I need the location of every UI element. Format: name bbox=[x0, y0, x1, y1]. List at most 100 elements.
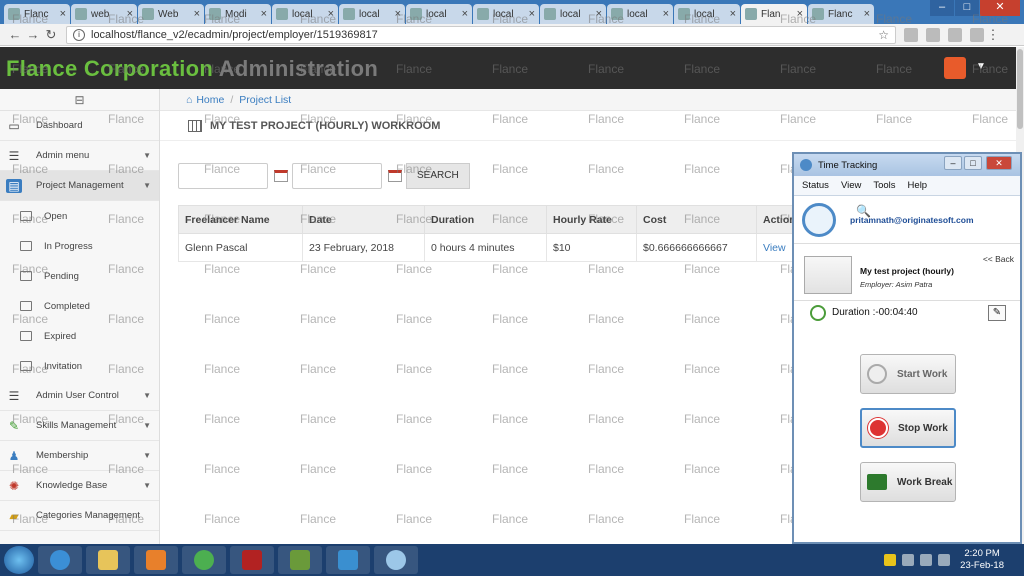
column-header[interactable]: Freelancer Name bbox=[178, 205, 303, 234]
minimize-icon[interactable]: – bbox=[930, 0, 954, 16]
tab-close-icon[interactable]: × bbox=[797, 8, 803, 20]
reload-icon[interactable]: ↻ bbox=[42, 27, 60, 43]
tab-close-icon[interactable]: × bbox=[663, 8, 669, 20]
url-field[interactable]: i localhost/flance_v2/ecadmin/project/em… bbox=[66, 25, 896, 44]
browser-tab[interactable]: local × bbox=[272, 4, 338, 24]
action-center-flag-icon[interactable] bbox=[884, 554, 896, 566]
taskbar-clock[interactable]: 2:20 PM 23-Feb-18 bbox=[960, 548, 1004, 572]
browser-tab[interactable]: Flanc × bbox=[4, 4, 70, 24]
sidebar-item-project-management[interactable]: ▤ Project Management ▼ bbox=[0, 171, 159, 201]
site-info-icon[interactable]: i bbox=[73, 28, 85, 41]
start-date-input[interactable] bbox=[178, 163, 268, 189]
stop-work-button[interactable]: Stop Work bbox=[860, 408, 956, 448]
maximize-icon[interactable]: □ bbox=[964, 156, 982, 170]
breadcrumb-home[interactable]: Home bbox=[196, 94, 224, 106]
column-header[interactable]: Hourly Rate bbox=[546, 205, 637, 234]
tab-close-icon[interactable]: × bbox=[462, 8, 468, 20]
tab-close-icon[interactable]: × bbox=[730, 8, 736, 20]
taskbar-media-icon[interactable] bbox=[134, 546, 178, 574]
column-header[interactable]: Cost bbox=[636, 205, 757, 234]
scrollbar-thumb[interactable] bbox=[1017, 49, 1023, 129]
extension-icon[interactable] bbox=[926, 27, 940, 42]
calendar-icon[interactable] bbox=[388, 170, 402, 182]
start-work-button[interactable]: Start Work bbox=[860, 354, 956, 394]
url-text: localhost/flance_v2/ecadmin/project/empl… bbox=[91, 28, 378, 41]
work-break-button[interactable]: Work Break bbox=[860, 462, 956, 502]
table-row: Glenn Pascal 23 February, 2018 0 hours 4… bbox=[178, 233, 808, 262]
sidebar-item-membership[interactable]: ♟ Membership ▼ bbox=[0, 441, 159, 471]
tab-close-icon[interactable]: × bbox=[328, 8, 334, 20]
browser-tab[interactable]: Web × bbox=[138, 4, 204, 24]
sidebar-subitem-open[interactable]: Open bbox=[0, 201, 159, 231]
browser-menu-icon[interactable]: ⋮ bbox=[984, 27, 1002, 43]
sidebar-subitem-completed[interactable]: Completed bbox=[0, 291, 159, 321]
column-header[interactable]: Duration bbox=[424, 205, 547, 234]
end-date-input[interactable] bbox=[292, 163, 382, 189]
keyboard-icon[interactable] bbox=[902, 554, 914, 566]
time-tracking-titlebar[interactable]: Time Tracking – □ ✕ bbox=[794, 154, 1020, 176]
taskbar-editor-icon[interactable] bbox=[278, 546, 322, 574]
taskbar-explorer-icon[interactable] bbox=[86, 546, 130, 574]
user-menu-chevron-down-icon[interactable]: ▼ bbox=[976, 61, 986, 72]
home-icon: ⌂ bbox=[186, 93, 193, 106]
edit-icon[interactable]: ✎ bbox=[988, 305, 1006, 321]
menu-view[interactable]: View bbox=[841, 180, 861, 191]
browser-tab[interactable]: web × bbox=[71, 4, 137, 24]
tab-close-icon[interactable]: × bbox=[864, 8, 870, 20]
browser-tab[interactable]: local × bbox=[406, 4, 472, 24]
breadcrumb-current[interactable]: Project List bbox=[239, 94, 291, 106]
start-button-icon[interactable] bbox=[4, 546, 34, 574]
bookmark-star-icon[interactable]: ☆ bbox=[878, 28, 889, 42]
browser-tab-active[interactable]: Flan × bbox=[741, 4, 807, 24]
column-header[interactable]: Date bbox=[302, 205, 425, 234]
taskbar-ie-icon[interactable] bbox=[38, 546, 82, 574]
sidebar-subitem-expired[interactable]: Expired bbox=[0, 321, 159, 351]
network-signal-icon[interactable] bbox=[920, 554, 932, 566]
user-avatar[interactable] bbox=[944, 57, 966, 79]
close-icon[interactable]: ✕ bbox=[986, 156, 1012, 170]
sidebar-item-dashboard[interactable]: ▭ Dashboard bbox=[0, 111, 159, 141]
browser-tab[interactable]: local × bbox=[339, 4, 405, 24]
close-window-icon[interactable]: ✕ bbox=[980, 0, 1020, 16]
browser-tab[interactable]: local × bbox=[607, 4, 673, 24]
tab-close-icon[interactable]: × bbox=[529, 8, 535, 20]
sidebar-subitem-in-progress[interactable]: In Progress bbox=[0, 231, 159, 261]
taskbar-network-icon[interactable] bbox=[326, 546, 370, 574]
sidebar-item-admin-menu[interactable]: ☰ Admin menu ▼ bbox=[0, 141, 159, 171]
sidebar-item-admin-user-control[interactable]: ☰ Admin User Control ▼ bbox=[0, 381, 159, 411]
browser-tab[interactable]: local × bbox=[473, 4, 539, 24]
sidebar-item-skills-management[interactable]: ✎ Skills Management ▼ bbox=[0, 411, 159, 441]
tab-close-icon[interactable]: × bbox=[395, 8, 401, 20]
menu-status[interactable]: Status bbox=[802, 180, 829, 191]
tab-close-icon[interactable]: × bbox=[127, 8, 133, 20]
browser-tab[interactable]: local × bbox=[674, 4, 740, 24]
sidebar-item-categories-management[interactable]: ▰ Categories Management bbox=[0, 501, 159, 531]
tab-close-icon[interactable]: × bbox=[596, 8, 602, 20]
volume-icon[interactable] bbox=[938, 554, 950, 566]
extension-icon[interactable] bbox=[970, 27, 984, 42]
tab-close-icon[interactable]: × bbox=[60, 8, 66, 20]
extension-icon[interactable] bbox=[948, 27, 962, 42]
calendar-icon[interactable] bbox=[274, 170, 288, 182]
sidebar-item-knowledge-base[interactable]: ✺ Knowledge Base ▼ bbox=[0, 471, 159, 501]
back-arrow-icon[interactable]: ← bbox=[6, 27, 24, 42]
sidebar-collapse-icon[interactable]: ⊟ bbox=[0, 89, 159, 111]
browser-tab[interactable]: Flanc × bbox=[808, 4, 874, 24]
browser-tab[interactable]: Modi × bbox=[205, 4, 271, 24]
forward-arrow-icon[interactable]: → bbox=[24, 27, 42, 42]
sidebar-subitem-invitation[interactable]: Invitation bbox=[0, 351, 159, 381]
menu-help[interactable]: Help bbox=[908, 180, 928, 191]
tab-close-icon[interactable]: × bbox=[261, 8, 267, 20]
maximize-icon[interactable]: □ bbox=[955, 0, 979, 16]
minimize-icon[interactable]: – bbox=[944, 156, 962, 170]
taskbar-time-tracker-icon[interactable] bbox=[374, 546, 418, 574]
menu-tools[interactable]: Tools bbox=[873, 180, 895, 191]
sidebar-subitem-pending[interactable]: Pending bbox=[0, 261, 159, 291]
tab-close-icon[interactable]: × bbox=[194, 8, 200, 20]
back-link[interactable]: << Back bbox=[983, 254, 1014, 264]
browser-tab[interactable]: local × bbox=[540, 4, 606, 24]
taskbar-chrome-icon[interactable] bbox=[182, 546, 226, 574]
extension-icon[interactable] bbox=[904, 27, 918, 42]
search-button[interactable]: SEARCH bbox=[406, 163, 470, 189]
taskbar-filezilla-icon[interactable] bbox=[230, 546, 274, 574]
